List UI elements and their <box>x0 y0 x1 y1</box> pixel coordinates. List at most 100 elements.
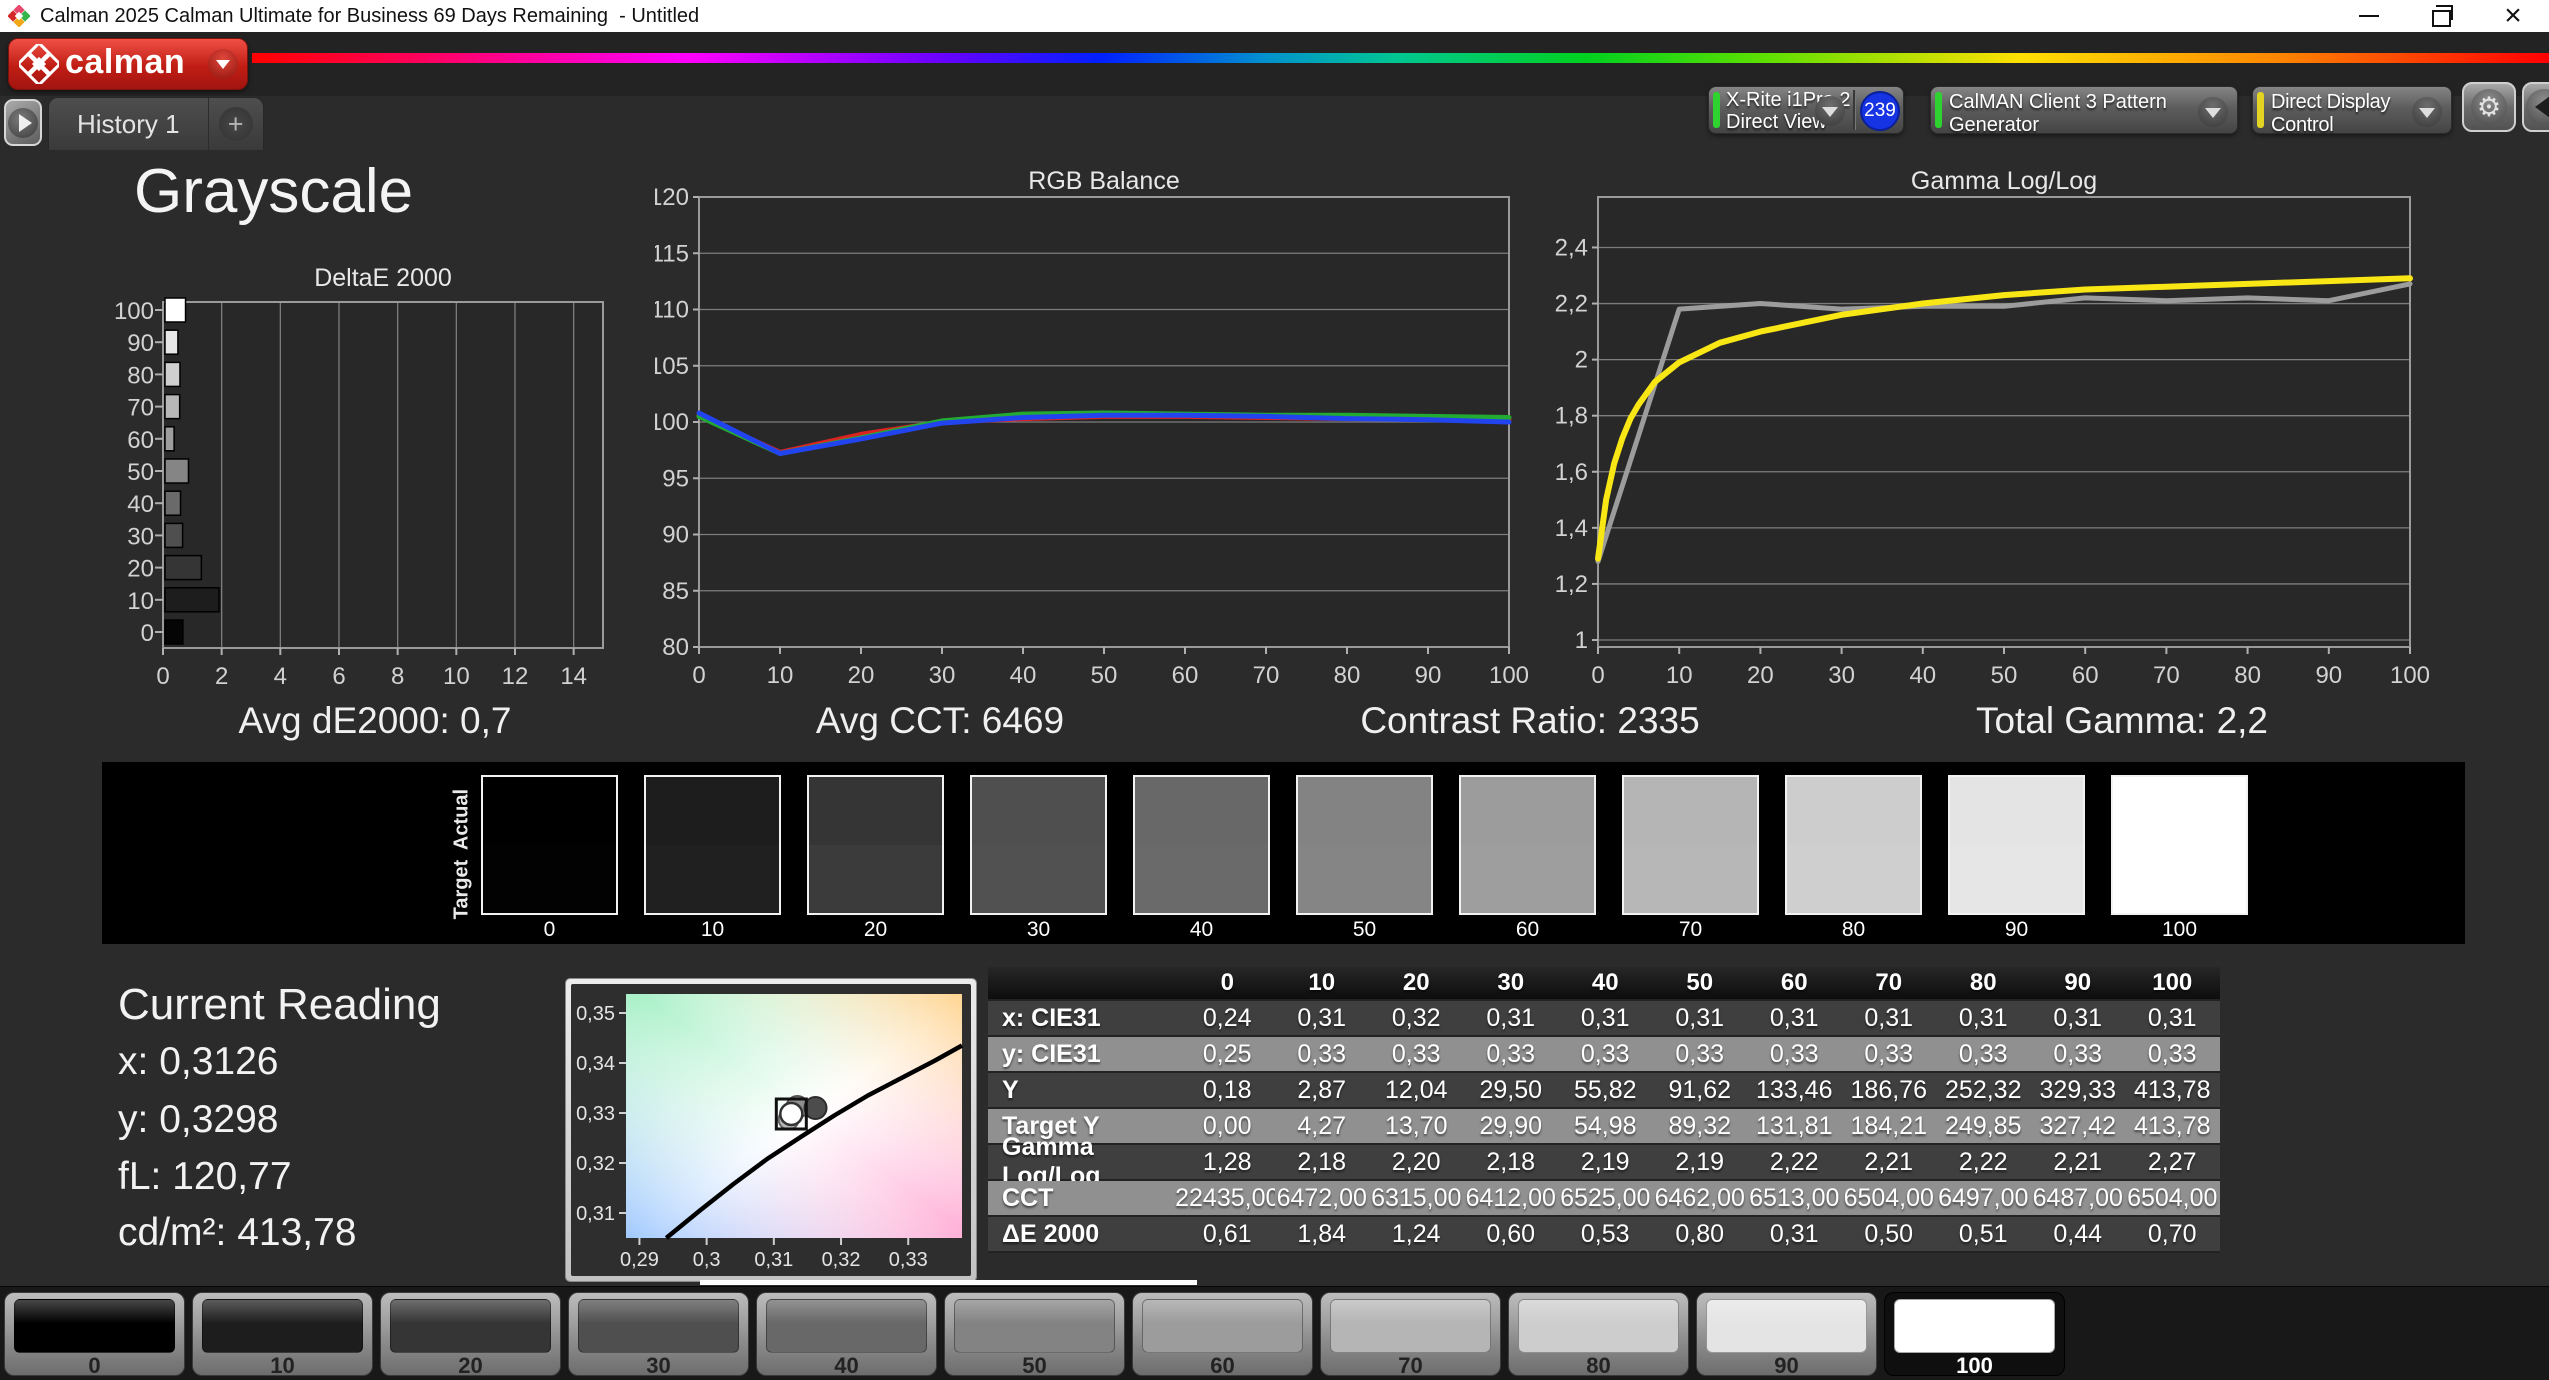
table-cell: 0,33 <box>1936 1037 2031 1073</box>
swatch-level-label: 20 <box>863 918 888 941</box>
stat-avg-de2000: Avg dE2000: 0,7 <box>238 700 512 741</box>
pattern-level-label: 100 <box>1956 1353 1993 1378</box>
table-cell: 2,87 <box>1274 1073 1369 1109</box>
axis-tick-label: 80 <box>662 634 689 661</box>
swatch-70 <box>1622 775 1759 915</box>
pattern-button-20[interactable]: 20 <box>380 1292 561 1378</box>
table-cell: 6504,00 <box>2125 1181 2220 1217</box>
pattern-button-100[interactable]: 100 <box>1884 1292 2065 1378</box>
axis-tick-label: 80 <box>2234 662 2261 689</box>
settings-button[interactable]: ⚙ <box>2462 82 2516 132</box>
deltae-bar-50 <box>164 458 190 484</box>
axis-tick-label: 2 <box>215 663 228 690</box>
reading-fl: fL: 120,77 <box>118 1155 292 1198</box>
table-cell: 13,70 <box>1369 1109 1464 1145</box>
axis-tick-label: 0,31 <box>576 1203 615 1225</box>
pattern-level-label: 50 <box>1022 1353 1047 1378</box>
table-corner-cell <box>988 967 1180 1001</box>
pattern-button-70[interactable]: 70 <box>1320 1292 1501 1378</box>
table-column-header: 60 <box>1747 967 1842 1001</box>
category-label: 100 <box>114 298 154 325</box>
table-cell: 0,24 <box>1180 1001 1275 1037</box>
category-label: 60 <box>127 427 154 454</box>
tab-history-1[interactable]: History 1 <box>49 98 208 150</box>
swatch-40 <box>1133 775 1270 915</box>
table-cell: 6487,00 <box>2030 1181 2125 1217</box>
target-swatch <box>972 845 1105 913</box>
pattern-button-80[interactable]: 80 <box>1508 1292 1689 1378</box>
tab-label: History 1 <box>77 108 180 139</box>
calman-logo-text: calman <box>65 42 186 81</box>
target-swatch <box>483 845 616 913</box>
axis-tick-label: 105 <box>655 353 689 380</box>
chevron-down-icon <box>2198 97 2228 127</box>
pattern-button-40[interactable]: 40 <box>756 1292 937 1378</box>
axis-tick-label: 0,35 <box>576 1003 615 1025</box>
axis-tick-label: 2 <box>1575 347 1588 374</box>
axis-tick-label: 0,34 <box>576 1053 615 1075</box>
minimize-button[interactable] <box>2333 0 2405 32</box>
restore-button[interactable] <box>2405 0 2477 32</box>
close-button[interactable]: × <box>2477 0 2549 32</box>
pattern-swatch <box>1330 1299 1491 1353</box>
display-status-indicator <box>2257 92 2264 128</box>
table-cell: 6504,00 <box>1841 1181 1936 1217</box>
target-swatch <box>646 845 779 913</box>
axis-tick-label: 100 <box>655 409 689 436</box>
calman-logo-icon <box>19 44 59 84</box>
pattern-button-30[interactable]: 30 <box>568 1292 749 1378</box>
table-cell: 6497,00 <box>1936 1181 2031 1217</box>
deltae-bar-80 <box>164 361 181 388</box>
window-title: Calman 2025 Calman Ultimate for Business… <box>40 4 700 27</box>
axis-tick-label: 0 <box>1591 662 1604 689</box>
table-cell: 0,33 <box>1652 1037 1747 1073</box>
pattern-button-50[interactable]: 50 <box>944 1292 1125 1378</box>
swatch-80 <box>1785 775 1922 915</box>
table-cell: 1,84 <box>1274 1217 1369 1253</box>
table-cell: 29,50 <box>1463 1073 1558 1109</box>
table-cell: 186,76 <box>1841 1073 1936 1109</box>
table-cell: 0,33 <box>1558 1037 1653 1073</box>
pattern-level-label: 20 <box>458 1353 483 1378</box>
table-cell: 0,31 <box>1558 1001 1653 1037</box>
tab-scroll-button[interactable] <box>4 99 42 146</box>
pattern-button-10[interactable]: 10 <box>192 1292 373 1378</box>
table-column-header: 10 <box>1274 967 1369 1001</box>
pattern-swatch <box>1706 1299 1867 1353</box>
display-control-dropdown[interactable]: Direct Display Control <box>2252 86 2452 136</box>
table-cell: 0,32 <box>1369 1001 1464 1037</box>
axis-tick-label: 2,4 <box>1555 234 1588 261</box>
actual-swatch <box>1461 777 1594 845</box>
rgb-balance-chart: RGB Balance 80 85 90 95 100 105 110 115 120 0 10 20 3… <box>655 167 1529 689</box>
table-column-header: 100 <box>2125 967 2220 1001</box>
meter-count-badge[interactable]: 239 <box>1860 91 1900 131</box>
category-label: 10 <box>127 588 154 615</box>
grayscale-swatch-strip: Actual Target 0 10 20 30 40 50 60 70 80 90 100 <box>102 762 2465 944</box>
add-tab-button[interactable]: + <box>207 98 263 150</box>
axis-tick-label: 20 <box>848 662 875 689</box>
table-cell: 0,51 <box>1936 1217 2031 1253</box>
pattern-button-90[interactable]: 90 <box>1696 1292 1877 1378</box>
table-cell: 1,28 <box>1180 1145 1275 1181</box>
pattern-button-0[interactable]: 0 <box>4 1292 185 1378</box>
stat-total-gamma: Total Gamma: 2,2 <box>1975 700 2268 741</box>
axis-tick-label: 60 <box>1172 662 1199 689</box>
table-cell: 0,31 <box>2030 1001 2125 1037</box>
chevron-left-icon <box>2535 96 2549 118</box>
target-swatch <box>1461 845 1594 913</box>
collapse-panel-button[interactable] <box>2522 82 2549 132</box>
axis-tick-label: 50 <box>1091 662 1118 689</box>
swatch-90 <box>1948 775 2085 915</box>
swatch-60 <box>1459 775 1596 915</box>
table-cell: 0,18 <box>1180 1073 1275 1109</box>
pattern-toolbar: ▲ « Back Next » 0102030405060708090100■▶… <box>0 1286 2549 1380</box>
deltae-bar-0 <box>164 619 184 645</box>
chevron-down-icon <box>1815 96 1845 126</box>
table-cell: 0,31 <box>1747 1217 1842 1253</box>
pattern-button-60[interactable]: 60 <box>1132 1292 1313 1378</box>
table-cell: 6472,00 <box>1274 1181 1369 1217</box>
calman-menu-button[interactable]: calman <box>8 38 248 90</box>
meter-dropdown[interactable]: X-Rite i1Pro 2 Direct View 239 <box>1708 86 1904 134</box>
swatch-20 <box>807 775 944 915</box>
pattern-generator-dropdown[interactable]: CalMAN Client 3 Pattern Generator <box>1930 86 2238 136</box>
